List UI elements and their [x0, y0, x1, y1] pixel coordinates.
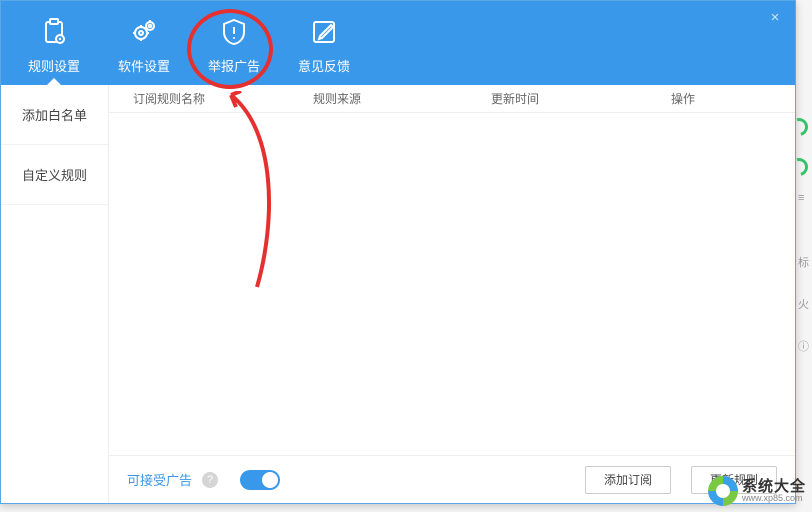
sidebar: 添加白名单 自定义规则: [1, 85, 109, 503]
main: 订阅规则名称 规则来源 更新时间 操作 可接受广告 ? 添加订阅 更新规则: [109, 85, 795, 503]
nav-label: 举报广告: [208, 56, 260, 75]
nav: 规则设置 软件设置: [1, 1, 369, 85]
nav-label: 意见反馈: [298, 56, 350, 75]
bg-glyph: 标: [798, 254, 809, 270]
nav-item-feedback[interactable]: 意见反馈: [279, 1, 369, 85]
clipboard-settings-icon: [38, 16, 70, 48]
nav-item-software-settings[interactable]: 软件设置: [99, 1, 189, 85]
help-icon[interactable]: ?: [202, 472, 218, 488]
titlebar: × 规则设置: [1, 1, 795, 85]
bg-glyph: 火: [798, 296, 809, 312]
nav-label: 规则设置: [28, 56, 80, 75]
add-subscription-button[interactable]: 添加订阅: [585, 466, 671, 494]
acceptable-ads-link[interactable]: 可接受广告: [127, 470, 192, 489]
col-time: 更新时间: [491, 90, 671, 107]
edit-square-icon: [308, 16, 340, 48]
background-strip: ≡ 标 火 ⓘ: [796, 0, 812, 512]
update-rules-button[interactable]: 更新规则: [691, 466, 777, 494]
nav-item-rule-settings[interactable]: 规则设置: [9, 1, 99, 85]
gears-icon: [128, 16, 160, 48]
bg-glyph: ⓘ: [798, 338, 809, 354]
table-body: [109, 113, 795, 455]
sidebar-item-label: 自定义规则: [22, 165, 87, 184]
settings-window: × 规则设置: [0, 0, 796, 504]
body: 添加白名单 自定义规则 订阅规则名称 规则来源 更新时间 操作 可接受广告 ?: [1, 85, 795, 503]
sidebar-item-custom-rules[interactable]: 自定义规则: [1, 145, 108, 205]
close-button[interactable]: ×: [765, 7, 785, 27]
footer: 可接受广告 ? 添加订阅 更新规则: [109, 455, 795, 503]
col-source: 规则来源: [313, 90, 491, 107]
nav-label: 软件设置: [118, 56, 170, 75]
table-header: 订阅规则名称 规则来源 更新时间 操作: [109, 85, 795, 113]
close-icon: ×: [771, 9, 780, 26]
col-name: 订阅规则名称: [133, 90, 313, 107]
sidebar-item-whitelist[interactable]: 添加白名单: [1, 85, 108, 145]
col-op: 操作: [671, 90, 795, 107]
shield-alert-icon: [218, 16, 250, 48]
sidebar-item-label: 添加白名单: [22, 105, 87, 124]
toggle-knob: [262, 472, 278, 488]
nav-item-report-ad[interactable]: 举报广告: [189, 1, 279, 85]
acceptable-ads-toggle[interactable]: [240, 470, 280, 490]
bg-glyph: ≡: [798, 192, 804, 204]
